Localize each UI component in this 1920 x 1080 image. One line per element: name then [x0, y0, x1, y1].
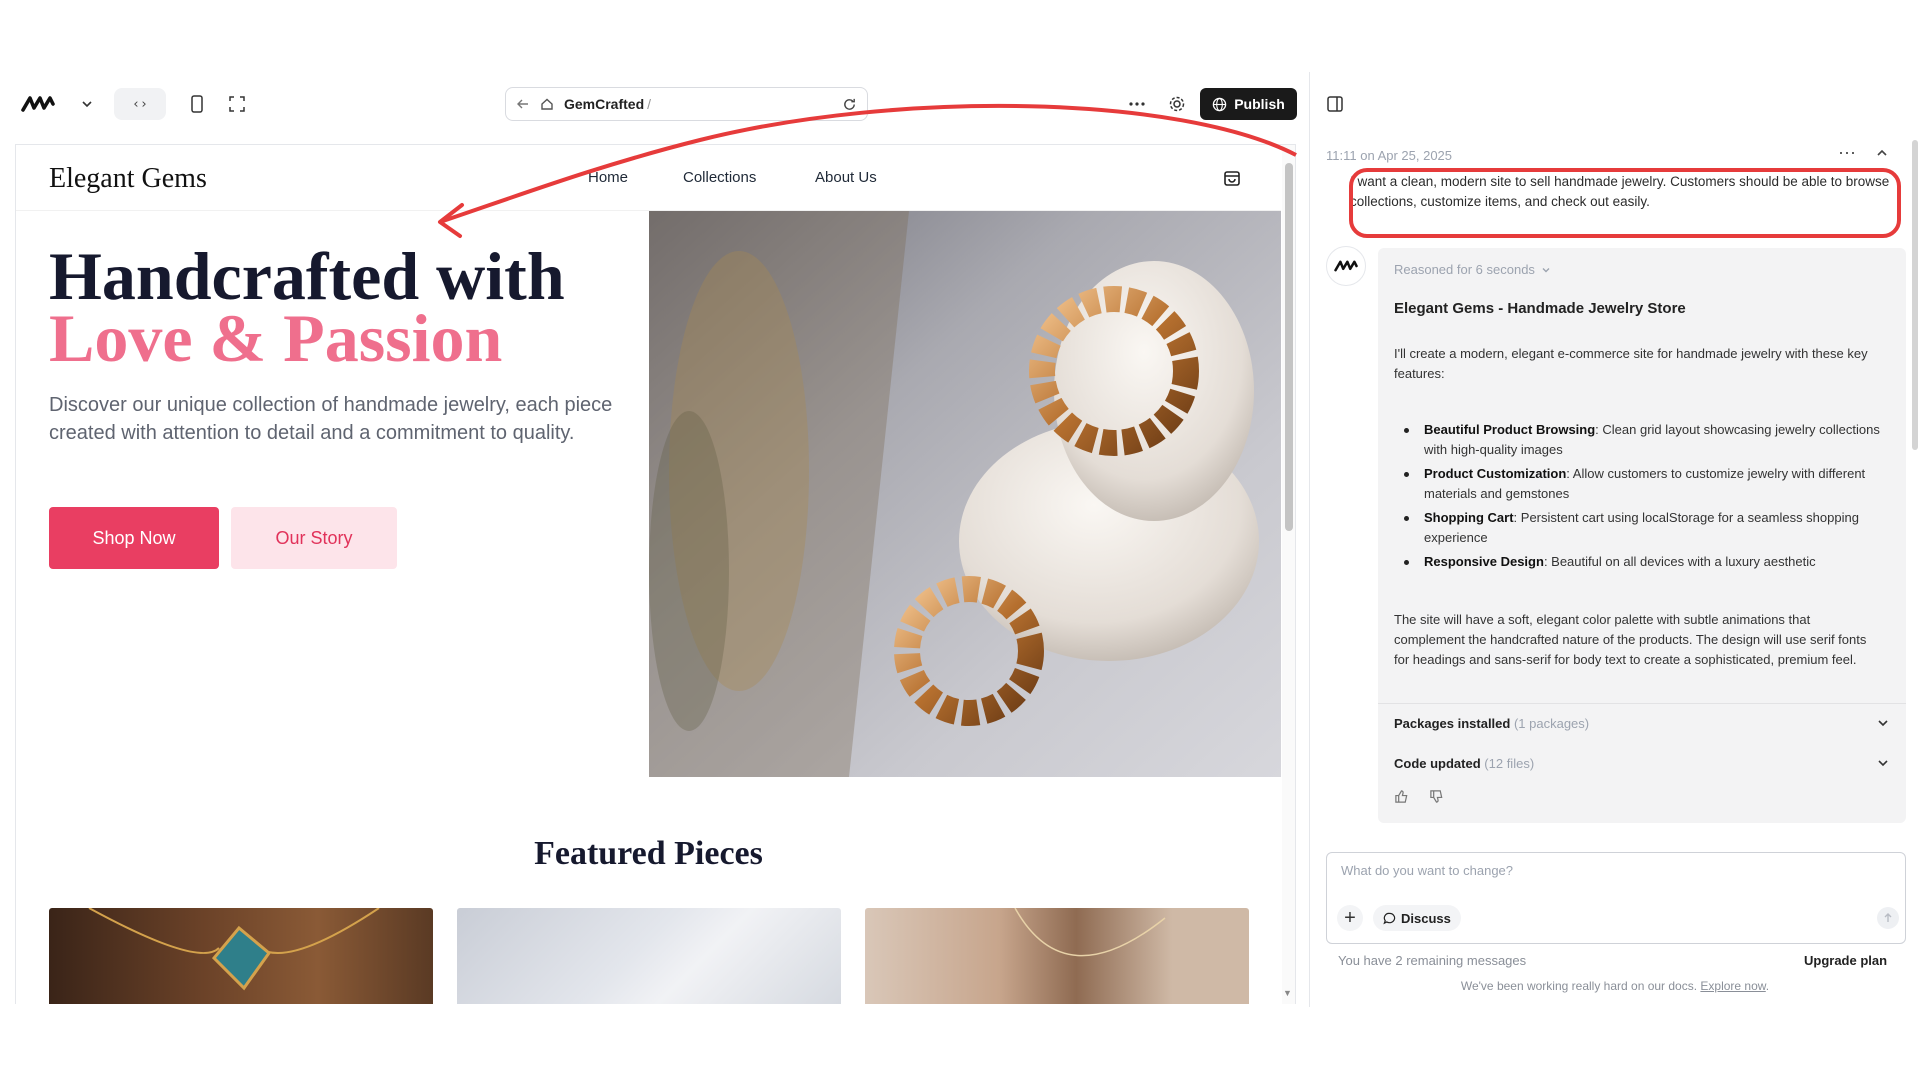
user-message: I want a clean, modern site to sell hand… — [1350, 174, 1890, 209]
code-updated-toggle[interactable]: Code updated (12 files) — [1394, 756, 1890, 771]
more-icon[interactable] — [1122, 88, 1152, 120]
packages-label: Packages installed — [1394, 716, 1511, 731]
response-title: Elegant Gems - Handmade Jewelry Store — [1394, 300, 1686, 317]
message-timestamp: 11:11 on Apr 25, 2025 — [1326, 148, 1453, 163]
app-window: { "toolbar": { "url_site": "GemCrafted",… — [0, 0, 1920, 1080]
fullscreen-button[interactable] — [222, 88, 252, 120]
nav-collections[interactable]: Collections — [683, 169, 756, 186]
nav-home[interactable]: Home — [588, 169, 628, 186]
chat-panel: 11:11 on Apr 25, 2025 ··· I want a clean… — [1310, 128, 1920, 1008]
thumbs-up-icon[interactable] — [1394, 789, 1409, 804]
explore-now-link[interactable]: Explore now — [1700, 979, 1765, 993]
featured-title: Featured Pieces — [534, 835, 763, 872]
back-arrow-icon[interactable] — [516, 97, 530, 111]
docs-text: We've been working really hard on our do… — [1460, 979, 1698, 993]
site-header: Elegant Gems Home Collections About Us — [16, 145, 1281, 211]
code-icon: ‹› — [132, 96, 148, 112]
code-updated-label: Code updated — [1394, 756, 1481, 771]
publish-label: Publish — [1234, 96, 1285, 112]
thumbs-down-icon[interactable] — [1429, 789, 1444, 804]
our-story-button[interactable]: Our Story — [231, 507, 397, 569]
more-icon[interactable]: ··· — [1838, 142, 1856, 163]
discuss-button[interactable]: Discuss — [1373, 905, 1461, 931]
docs-end: . — [1765, 979, 1770, 993]
mobile-preview-button[interactable] — [182, 88, 212, 120]
logo-icon[interactable] — [16, 84, 60, 124]
chat-scrollbar[interactable] — [1912, 140, 1918, 450]
chevron-down-icon — [1878, 720, 1888, 727]
nav-about-us[interactable]: About Us — [815, 169, 877, 186]
list-item: Responsive Design: Beautiful on all devi… — [1394, 552, 1884, 572]
list-item: Shopping Cart: Persistent cart using loc… — [1394, 508, 1884, 548]
send-arrow-icon[interactable] — [1877, 907, 1899, 929]
chat-bubble-icon — [1383, 912, 1396, 924]
hero-description: Discover our unique collection of handma… — [49, 394, 613, 444]
reasoning-toggle[interactable]: Reasoned for 6 seconds — [1394, 262, 1551, 277]
url-site-name: GemCrafted — [564, 96, 645, 112]
feature-name: Responsive Design — [1424, 554, 1544, 569]
site-logo[interactable]: Elegant Gems — [49, 163, 207, 195]
fullscreen-icon — [229, 96, 245, 112]
assistant-avatar-icon — [1326, 246, 1366, 286]
featured-card-2[interactable] — [457, 908, 841, 1004]
url-bar[interactable]: GemCrafted / — [505, 87, 868, 121]
featured-card-pendant[interactable] — [49, 908, 433, 1004]
editor-toolbar: ‹› GemCrafted / Publish — [0, 80, 1310, 128]
divider — [1378, 703, 1906, 704]
packages-installed-toggle[interactable]: Packages installed (1 packages) — [1394, 716, 1890, 731]
list-item: Beautiful Product Browsing: Clean grid l… — [1394, 420, 1884, 460]
hero-title-line2: Love & Passion — [49, 300, 503, 376]
upgrade-plan-link[interactable]: Upgrade plan — [1804, 953, 1887, 968]
feedback-buttons — [1394, 789, 1444, 804]
feature-name: Product Customization — [1424, 466, 1567, 481]
sidebar-toggle-icon[interactable] — [1320, 88, 1350, 120]
refresh-icon[interactable] — [842, 97, 857, 112]
code-updated-count: (12 files) — [1484, 756, 1535, 771]
message-composer: + Discuss — [1326, 852, 1906, 944]
feature-list: Beautiful Product Browsing: Clean grid l… — [1394, 420, 1884, 576]
globe-icon — [1212, 97, 1227, 111]
assistant-message: Reasoned for 6 seconds Elegant Gems - Ha… — [1378, 248, 1906, 823]
docs-notice: We've been working really hard on our do… — [1310, 979, 1920, 993]
remaining-messages: You have 2 remaining messages — [1338, 953, 1527, 968]
response-closing: The site will have a soft, elegant color… — [1394, 612, 1867, 667]
featured-card-necklace[interactable] — [865, 908, 1249, 1004]
scroll-down-arrow-icon[interactable]: ▼ — [1283, 988, 1292, 998]
publish-button[interactable]: Publish — [1200, 88, 1297, 120]
chevron-up-icon[interactable] — [1876, 146, 1888, 164]
site-preview: Elegant Gems Home Collections About Us H… — [15, 144, 1296, 1004]
shopping-bag-icon[interactable] — [1222, 167, 1242, 192]
list-item: Product Customization: Allow customers t… — [1394, 464, 1884, 504]
packages-count: (1 packages) — [1513, 716, 1590, 731]
chevron-down-icon[interactable] — [74, 88, 100, 120]
hero-earrings-image — [649, 211, 1281, 777]
reasoning-label: Reasoned for 6 seconds — [1394, 262, 1535, 277]
feature-name: Beautiful Product Browsing — [1424, 422, 1596, 437]
code-view-button[interactable]: ‹› — [114, 88, 166, 120]
mobile-icon — [191, 95, 203, 113]
message-input[interactable] — [1341, 863, 1861, 878]
plus-icon[interactable]: + — [1337, 905, 1363, 931]
url-path: / — [647, 96, 652, 112]
discuss-label: Discuss — [1401, 910, 1451, 926]
shop-now-button[interactable]: Shop Now — [49, 507, 219, 569]
gear-icon[interactable] — [1162, 88, 1192, 120]
chevron-down-icon — [1878, 760, 1888, 767]
feature-desc: : Beautiful on all devices with a luxury… — [1543, 554, 1816, 569]
home-icon[interactable] — [540, 97, 554, 111]
preview-scroll-thumb[interactable] — [1285, 163, 1293, 531]
chevron-down-icon — [1542, 267, 1550, 272]
feature-name: Shopping Cart — [1424, 510, 1514, 525]
response-intro: I'll create a modern, elegant e-commerce… — [1394, 346, 1868, 381]
